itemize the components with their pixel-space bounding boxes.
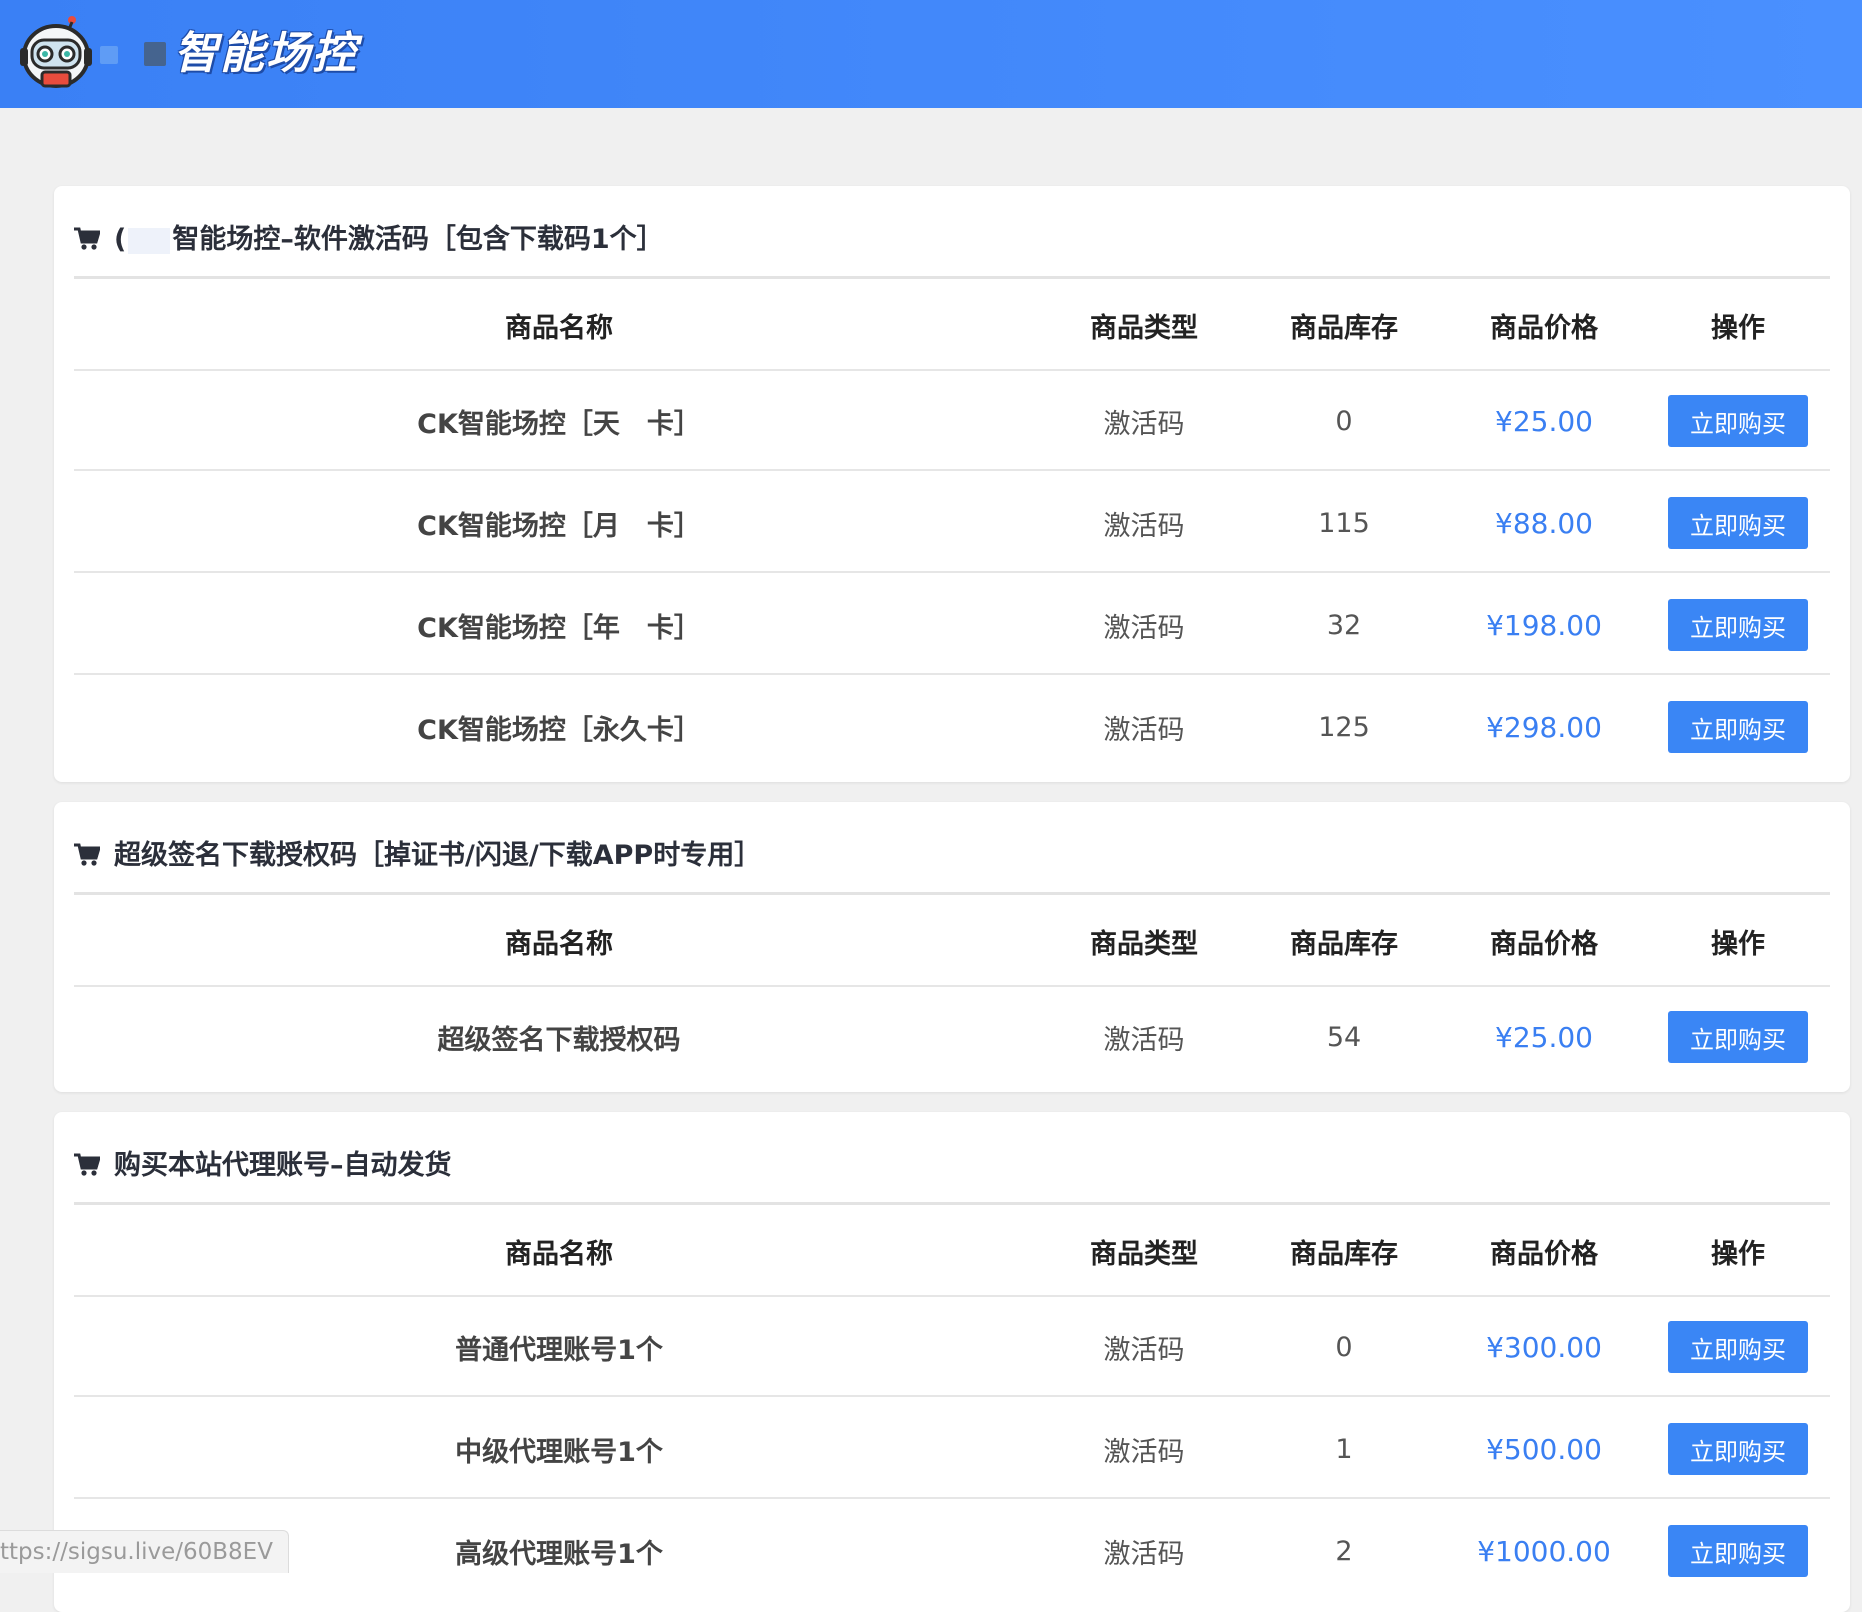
op-cell: 立即购买 bbox=[1668, 575, 1808, 675]
buy-now-button[interactable]: 立即购买 bbox=[1668, 1321, 1808, 1373]
op-cell: 立即购买 bbox=[1668, 1399, 1808, 1499]
product-type: 激活码 bbox=[1103, 1334, 1185, 1366]
op-cell: 立即购买 bbox=[1668, 1501, 1808, 1601]
product-price: ¥1000.00 bbox=[1477, 1534, 1611, 1568]
table-header-row: 商品名称 商品类型 商品库存 商品价格 操作 bbox=[74, 895, 1830, 987]
table-row: CK智能场控［天 卡］ 激活码 0 ¥25.00 立即购买 bbox=[74, 371, 1830, 471]
product-stock: 54 bbox=[1326, 1021, 1362, 1053]
product-type: 激活码 bbox=[1103, 1538, 1185, 1570]
product-stock: 1 bbox=[1335, 1433, 1353, 1465]
col-header-type: 商品类型 bbox=[1090, 312, 1198, 344]
col-header-type: 商品类型 bbox=[1090, 928, 1198, 960]
row-divider bbox=[74, 1395, 1830, 1397]
buy-now-button[interactable]: 立即购买 bbox=[1668, 701, 1808, 753]
col-header-price: 商品价格 bbox=[1490, 312, 1598, 344]
table-header-row: 商品名称 商品类型 商品库存 商品价格 操作 bbox=[74, 1205, 1830, 1297]
table-header-row: 商品名称 商品类型 商品库存 商品价格 操作 bbox=[74, 279, 1830, 371]
row-divider bbox=[74, 571, 1830, 573]
product-name: CK智能场控［天 卡］ bbox=[417, 408, 701, 440]
table-row: 超级签名下载授权码 激活码 54 ¥25.00 立即购买 bbox=[74, 987, 1830, 1087]
col-header-name: 商品名称 bbox=[505, 312, 613, 344]
product-card-super-signature: 超级签名下载授权码［掉证书/闪退/下载APP时专用］ 商品名称 商品类型 商品库… bbox=[54, 802, 1850, 1092]
col-header-op: 操作 bbox=[1711, 312, 1765, 344]
product-price: ¥300.00 bbox=[1486, 1330, 1602, 1364]
buy-now-button[interactable]: 立即购买 bbox=[1668, 395, 1808, 447]
product-type: 激活码 bbox=[1103, 612, 1185, 644]
buy-now-button[interactable]: 立即购买 bbox=[1668, 599, 1808, 651]
row-divider bbox=[74, 469, 1830, 471]
top-header: 智能场控 bbox=[0, 0, 1862, 108]
robot-icon[interactable] bbox=[20, 14, 92, 92]
product-type: 激活码 bbox=[1103, 408, 1185, 440]
card-title-prefix: ( bbox=[114, 224, 127, 255]
op-cell: 立即购买 bbox=[1668, 371, 1808, 471]
table-row: CK智能场控［月 卡］ 激活码 115 ¥88.00 立即购买 bbox=[74, 473, 1830, 573]
product-stock: 125 bbox=[1318, 711, 1370, 743]
table-row: 中级代理账号1个 激活码 1 ¥500.00 立即购买 bbox=[74, 1399, 1830, 1499]
product-name: CK智能场控［月 卡］ bbox=[417, 510, 701, 542]
card-title: ( 智能场控–软件激活码［包含下载码1个］ bbox=[74, 220, 664, 260]
product-name: CK智能场控［年 卡］ bbox=[417, 612, 701, 644]
product-name: CK智能场控［永久卡］ bbox=[417, 714, 701, 746]
col-header-op: 操作 bbox=[1711, 928, 1765, 960]
buy-now-button[interactable]: 立即购买 bbox=[1668, 1525, 1808, 1577]
product-price: ¥25.00 bbox=[1495, 1020, 1593, 1054]
cart-icon bbox=[74, 1153, 100, 1176]
card-title-text: 购买本站代理账号–自动发货 bbox=[114, 1150, 452, 1181]
buy-now-button[interactable]: 立即购买 bbox=[1668, 497, 1808, 549]
product-name: 超级签名下载授权码 bbox=[437, 1024, 681, 1056]
table-row: 普通代理账号1个 激活码 0 ¥300.00 立即购买 bbox=[74, 1297, 1830, 1397]
card-title: 购买本站代理账号–自动发货 bbox=[74, 1146, 452, 1186]
card-title-text: 超级签名下载授权码［掉证书/闪退/下载APP时专用］ bbox=[114, 840, 762, 871]
product-price: ¥500.00 bbox=[1486, 1432, 1602, 1466]
product-type: 激活码 bbox=[1103, 1436, 1185, 1468]
col-header-name: 商品名称 bbox=[505, 1238, 613, 1270]
product-type: 激活码 bbox=[1103, 714, 1185, 746]
op-cell: 立即购买 bbox=[1668, 677, 1808, 777]
op-cell: 立即购买 bbox=[1668, 987, 1808, 1087]
product-stock: 115 bbox=[1318, 507, 1370, 539]
product-stock: 0 bbox=[1335, 1331, 1353, 1363]
product-price: ¥298.00 bbox=[1486, 710, 1602, 744]
product-price: ¥25.00 bbox=[1495, 404, 1593, 438]
brand-prefix-redacted bbox=[100, 42, 172, 66]
product-type: 激活码 bbox=[1103, 1024, 1185, 1056]
row-divider bbox=[74, 1497, 1830, 1499]
col-header-stock: 商品库存 bbox=[1290, 312, 1398, 344]
product-stock: 32 bbox=[1326, 609, 1362, 641]
product-card-software: ( 智能场控–软件激活码［包含下载码1个］ 商品名称 商品类型 商品库存 商品价格… bbox=[54, 186, 1850, 782]
cart-icon bbox=[74, 843, 100, 866]
col-header-name: 商品名称 bbox=[505, 928, 613, 960]
brand-title: 智能场控 bbox=[174, 28, 358, 79]
product-name: 中级代理账号1个 bbox=[455, 1436, 663, 1468]
cart-icon bbox=[74, 227, 100, 250]
product-price: ¥88.00 bbox=[1495, 506, 1593, 540]
status-bar-url: ttps://sigsu.live/60B8EV bbox=[0, 1530, 289, 1573]
col-header-type: 商品类型 bbox=[1090, 1238, 1198, 1270]
product-name: 普通代理账号1个 bbox=[455, 1334, 663, 1366]
product-type: 激活码 bbox=[1103, 510, 1185, 542]
op-cell: 立即购买 bbox=[1668, 1297, 1808, 1397]
col-header-stock: 商品库存 bbox=[1290, 928, 1398, 960]
buy-now-button[interactable]: 立即购买 bbox=[1668, 1011, 1808, 1063]
product-stock: 2 bbox=[1335, 1535, 1353, 1567]
table-row: CK智能场控［永久卡］ 激活码 125 ¥298.00 立即购买 bbox=[74, 677, 1830, 777]
op-cell: 立即购买 bbox=[1668, 473, 1808, 573]
buy-now-button[interactable]: 立即购买 bbox=[1668, 1423, 1808, 1475]
col-header-op: 操作 bbox=[1711, 1238, 1765, 1270]
card-title-text: 智能场控–软件激活码［包含下载码1个］ bbox=[172, 224, 664, 255]
row-divider bbox=[74, 673, 1830, 675]
redacted-text bbox=[128, 227, 171, 254]
product-price: ¥198.00 bbox=[1486, 608, 1602, 642]
product-card-agent-accounts: 购买本站代理账号–自动发货 商品名称 商品类型 商品库存 商品价格 操作 普通代… bbox=[54, 1112, 1850, 1612]
table-row: CK智能场控［年 卡］ 激活码 32 ¥198.00 立即购买 bbox=[74, 575, 1830, 675]
table-row: 高级代理账号1个 激活码 2 ¥1000.00 立即购买 bbox=[74, 1501, 1830, 1601]
product-stock: 0 bbox=[1335, 405, 1353, 437]
col-header-stock: 商品库存 bbox=[1290, 1238, 1398, 1270]
col-header-price: 商品价格 bbox=[1490, 928, 1598, 960]
card-title: 超级签名下载授权码［掉证书/闪退/下载APP时专用］ bbox=[74, 836, 761, 876]
col-header-price: 商品价格 bbox=[1490, 1238, 1598, 1270]
